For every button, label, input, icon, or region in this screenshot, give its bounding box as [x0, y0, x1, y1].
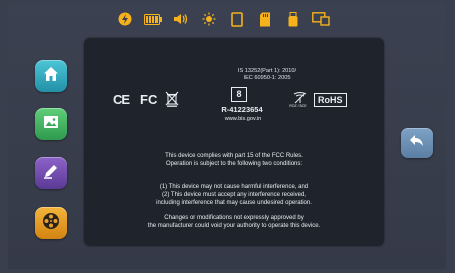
screen-mirror-icon [312, 11, 330, 27]
fcc-text-line: Operation is subject to the following tw… [165, 161, 303, 168]
status-bar [116, 10, 332, 28]
gallery-button[interactable] [35, 108, 67, 140]
fcc-modification-warning: Changes or modifications not expressly a… [104, 214, 364, 230]
weee-bin-icon [165, 91, 179, 112]
edit-icon [42, 162, 60, 185]
edit-button[interactable] [35, 157, 67, 189]
fcc-text-line: (1) This device may not cause harmful in… [159, 184, 309, 190]
fcc-mark: FC [140, 92, 158, 107]
battery-icon [144, 11, 162, 27]
gallery-icon [42, 113, 60, 136]
fcc-text-line: (2) This device must accept any interfer… [162, 192, 306, 199]
rohs-mark: RoHS [314, 93, 347, 107]
bis-mark: 8 [231, 87, 247, 102]
sd-card-icon [256, 11, 274, 27]
brightness-icon [200, 11, 218, 27]
fcc-text-line: including interference that may cause un… [156, 200, 312, 207]
back-button[interactable] [401, 128, 433, 158]
fcc-text-line: This device complies with part 15 of the… [165, 153, 303, 159]
cert-line-1: IS 13252(Part 1): 2010/ [237, 68, 297, 74]
home-icon [42, 65, 60, 88]
volume-icon [172, 11, 190, 27]
usb-icon [284, 11, 302, 27]
ce-mark: CE [113, 92, 130, 107]
fcc-compliance-statement: This device complies with part 15 of the… [104, 152, 364, 168]
certification-standard: IS 13252(Part 1): 2010/ IEC 60950-1: 200… [212, 68, 322, 82]
fcc-text-line: the manufacturer could void your authori… [147, 223, 321, 230]
display-icon [228, 11, 246, 27]
fcc-text-line: Changes or modifications not expressly a… [164, 215, 304, 221]
film-button[interactable] [35, 207, 67, 239]
registration-number: R-41223654 [221, 105, 263, 114]
antenna-caption: ROZ / BCE [289, 104, 307, 108]
cert-line-2: IEC 60950-1: 2005 [243, 75, 291, 81]
fcc-conditions: (1) This device may not cause harmful in… [104, 183, 364, 208]
regulatory-info-panel: IS 13252(Part 1): 2010/ IEC 60950-1: 200… [84, 38, 384, 246]
certification-logos: CE FC 8 R-41223654 www.bis.gov.in ROZ / … [112, 87, 352, 122]
lightning-icon [116, 11, 134, 27]
film-reel-icon [41, 211, 61, 236]
back-arrow-icon [408, 133, 426, 154]
home-button[interactable] [35, 60, 67, 92]
bis-website: www.bis.gov.in [224, 116, 262, 122]
